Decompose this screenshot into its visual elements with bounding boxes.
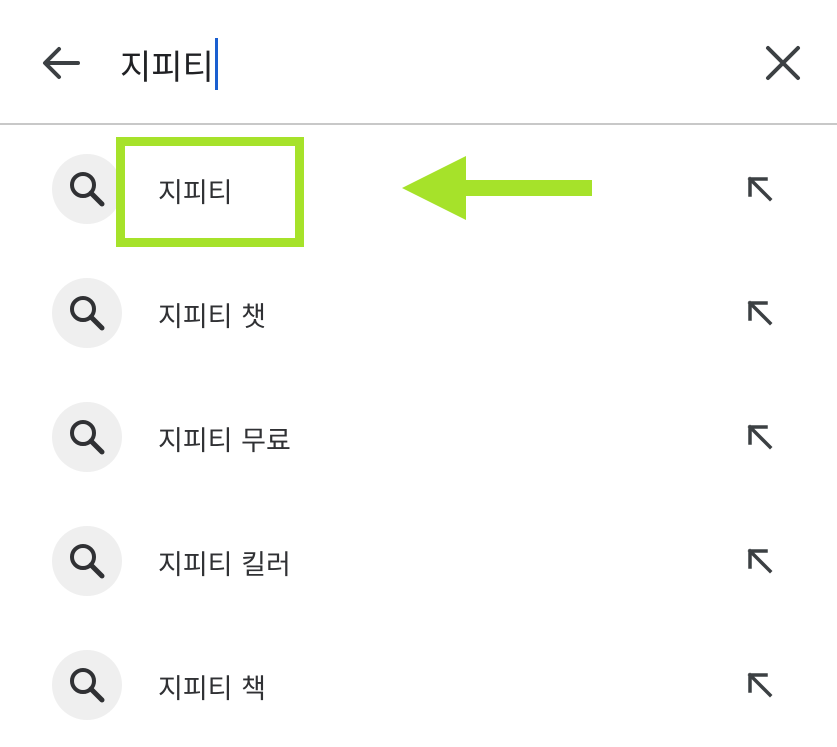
suggestion-label: 지피티 킬러 xyxy=(158,550,291,581)
close-icon xyxy=(766,46,800,80)
fill-query-button[interactable] xyxy=(740,665,780,705)
suggestion-label: 지피티 챗 xyxy=(158,302,266,333)
clear-button[interactable] xyxy=(760,40,806,86)
search-icon-badge xyxy=(52,650,122,720)
search-icon-badge xyxy=(52,278,122,348)
suggestion-item[interactable]: 지피티 무료 xyxy=(0,375,837,499)
text-caret xyxy=(214,38,218,90)
arrow-up-left-icon xyxy=(747,548,773,574)
arrow-up-left-icon xyxy=(747,424,773,450)
suggestion-item[interactable]: 지피티 챗 xyxy=(0,251,837,375)
search-icon xyxy=(70,544,105,579)
highlight-box xyxy=(116,137,304,247)
search-bar: 지피티 xyxy=(0,0,837,125)
search-input[interactable]: 지피티 xyxy=(120,36,218,92)
fill-query-button[interactable] xyxy=(740,169,780,209)
suggestion-item[interactable]: 지피티 킬러 xyxy=(0,499,837,623)
arrow-left-annotation-icon xyxy=(402,156,592,220)
arrow-up-left-icon xyxy=(747,672,773,698)
search-icon xyxy=(70,668,105,703)
annotation-arrow xyxy=(402,156,592,220)
search-icon-badge xyxy=(52,526,122,596)
suggestion-label: 지피티 무료 xyxy=(158,426,291,457)
suggestion-label: 지피티 책 xyxy=(158,674,266,705)
search-icon xyxy=(70,172,105,207)
arrow-up-left-icon xyxy=(747,176,773,202)
fill-query-button[interactable] xyxy=(740,293,780,333)
search-query-text: 지피티 xyxy=(120,47,214,88)
search-icon xyxy=(70,420,105,455)
search-icon-badge xyxy=(52,402,122,472)
arrow-left-icon xyxy=(43,47,80,79)
suggestion-item[interactable]: 지피티 책 xyxy=(0,623,837,747)
arrow-up-left-icon xyxy=(747,300,773,326)
search-icon-badge xyxy=(52,154,122,224)
search-icon xyxy=(70,296,105,331)
back-button[interactable] xyxy=(38,40,84,86)
fill-query-button[interactable] xyxy=(740,541,780,581)
fill-query-button[interactable] xyxy=(740,417,780,457)
